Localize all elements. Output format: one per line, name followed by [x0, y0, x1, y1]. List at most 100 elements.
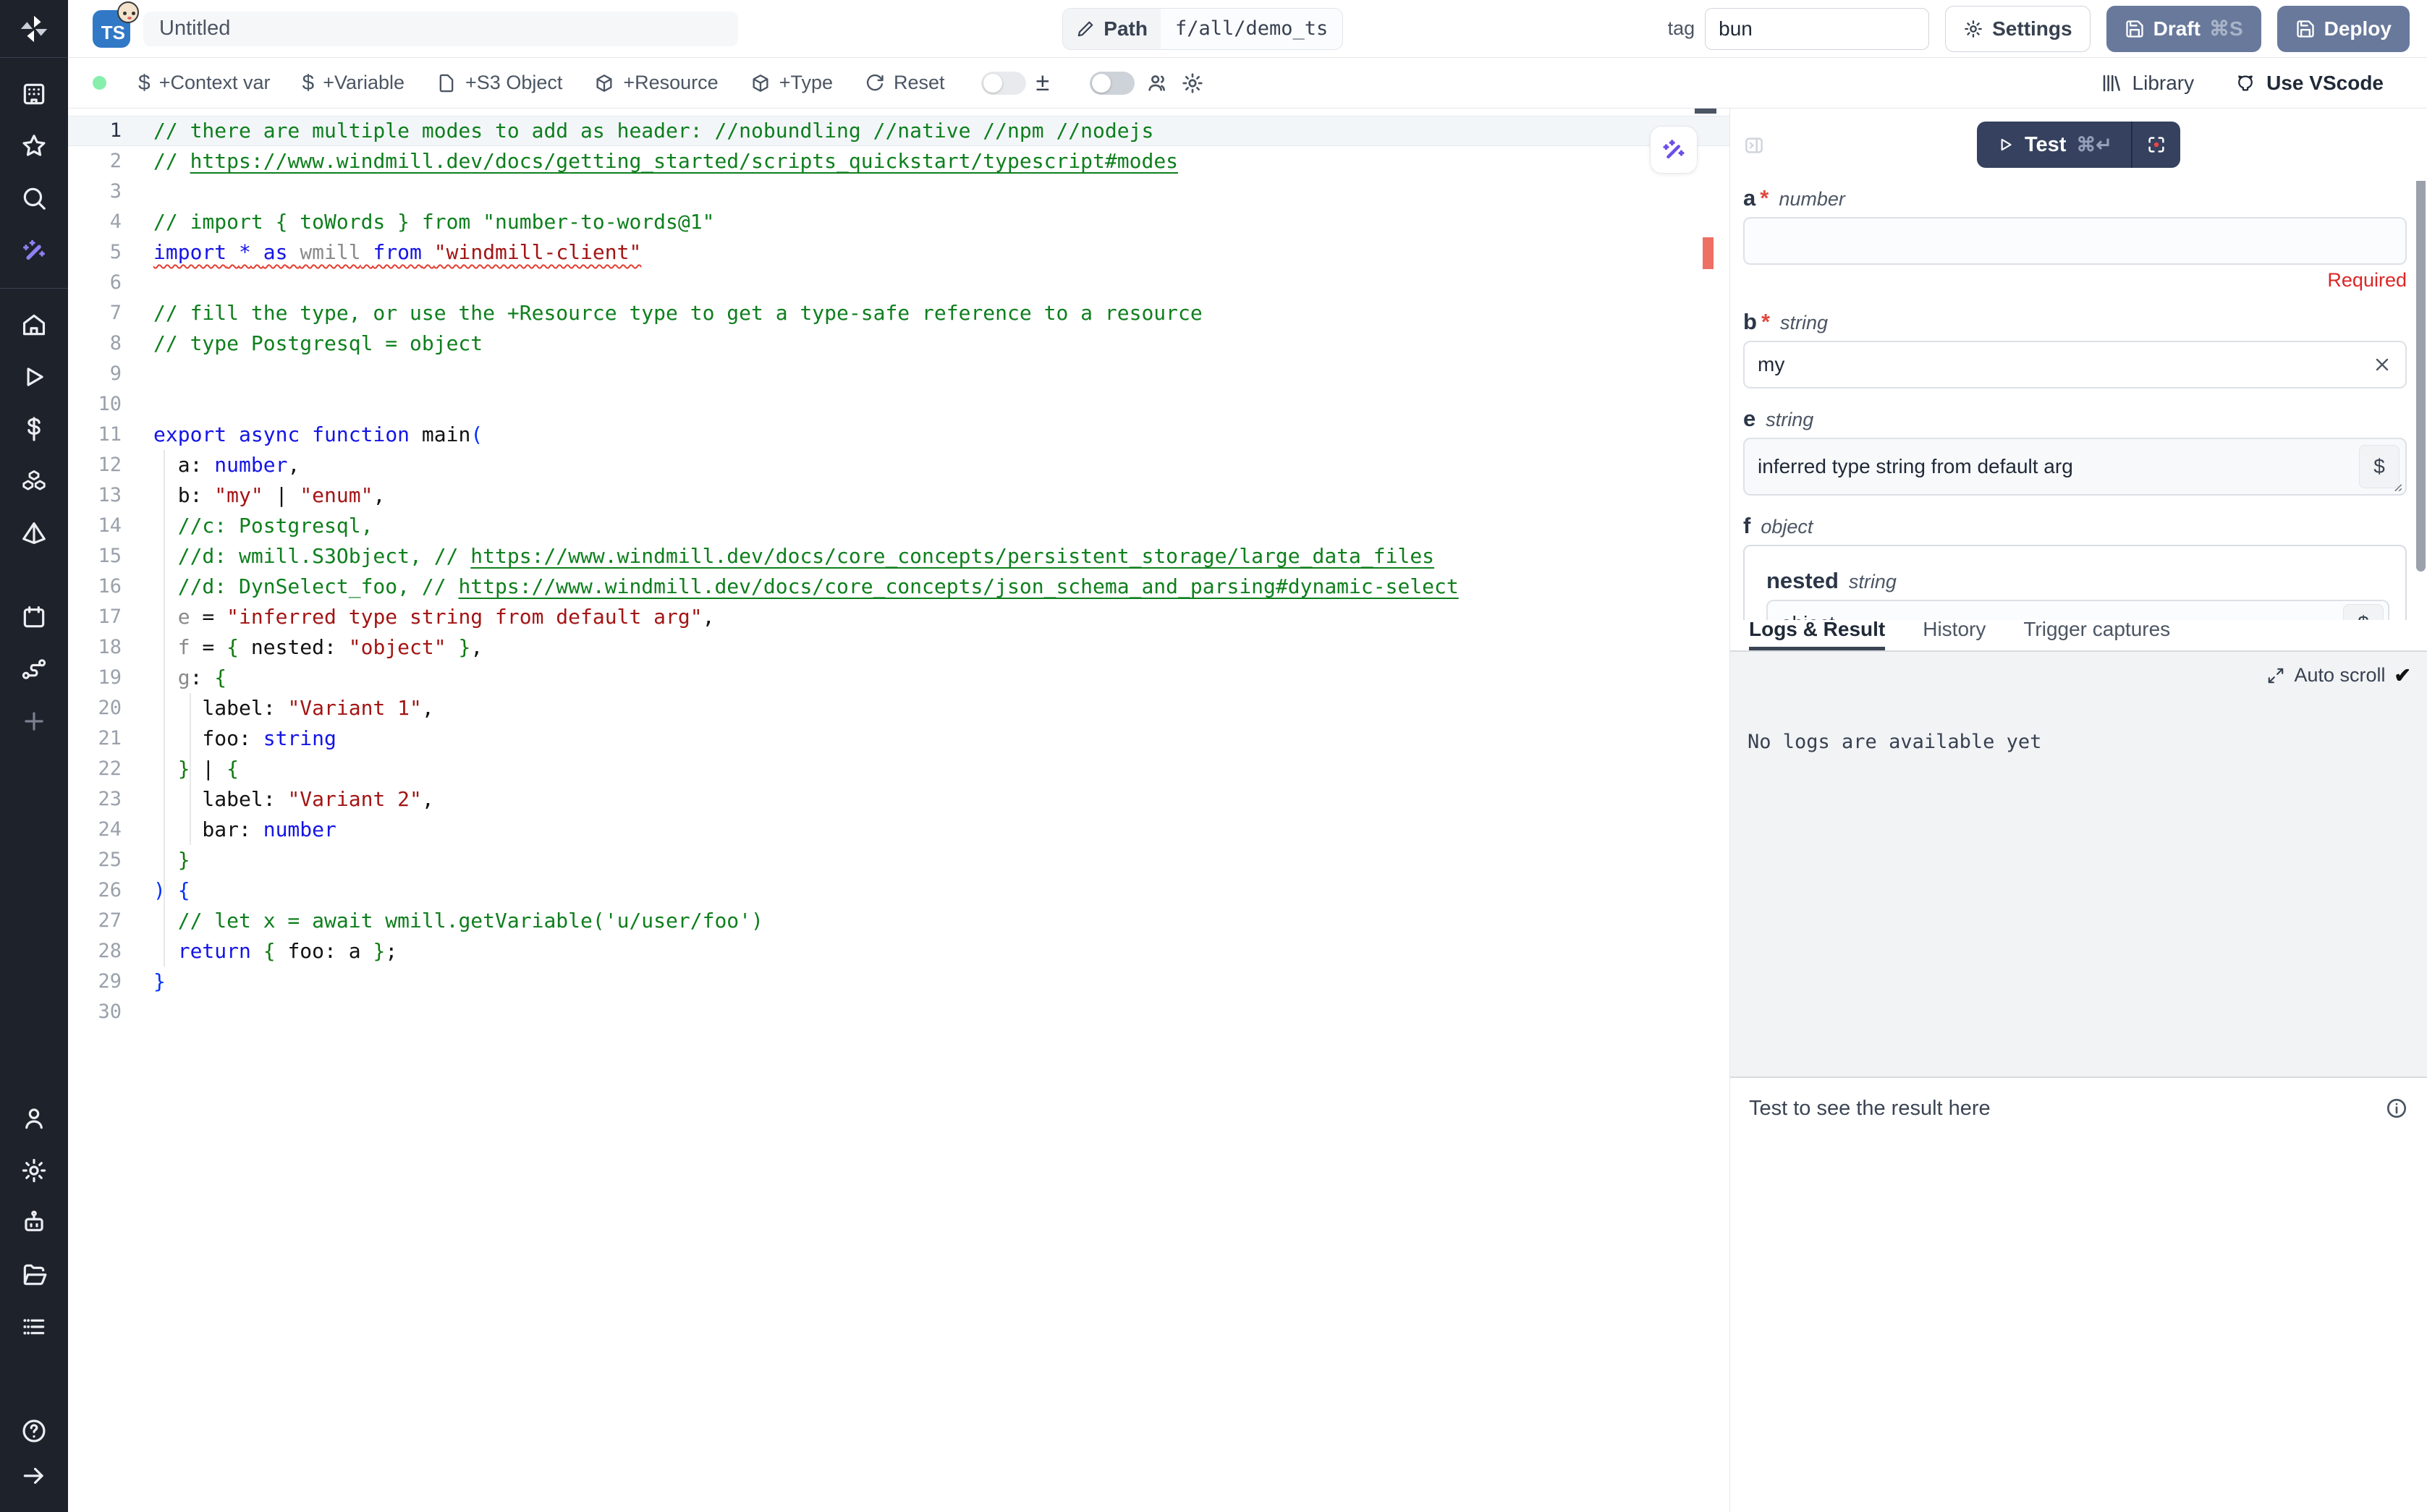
code-line[interactable]: 19 g: {	[68, 663, 1729, 693]
code-line[interactable]: 6	[68, 268, 1729, 298]
code-line[interactable]: 25 }	[68, 845, 1729, 875]
arg-name: a	[1743, 185, 1755, 211]
users-icon	[1146, 72, 1169, 95]
expand-icon[interactable]	[2266, 666, 2285, 685]
code-line[interactable]: 24 bar: number	[68, 815, 1729, 845]
settings-button[interactable]: Settings	[1945, 6, 2090, 52]
plus-icon[interactable]	[18, 705, 50, 737]
editor-settings-gear-icon[interactable]	[1181, 72, 1204, 95]
add-type-button[interactable]: +Type	[750, 72, 833, 94]
autoscroll-label[interactable]: Auto scroll	[2294, 664, 2385, 687]
star-icon[interactable]	[18, 130, 50, 162]
code-line[interactable]: 2// https://www.windmill.dev/docs/gettin…	[68, 146, 1729, 177]
code-line[interactable]: 4// import { toWords } from "number-to-w…	[68, 207, 1729, 237]
code-line[interactable]: 11export async function main(	[68, 420, 1729, 450]
code-line[interactable]: 10	[68, 389, 1729, 420]
code-line[interactable]: 20 label: "Variant 1",	[68, 693, 1729, 723]
play-icon	[1996, 135, 2015, 154]
args-scrollbar[interactable]	[2416, 181, 2426, 572]
diff-toggle[interactable]	[981, 72, 1026, 95]
ai-assistant-button[interactable]	[1650, 126, 1698, 174]
code-line[interactable]: 12 a: number,	[68, 450, 1729, 480]
code-line[interactable]: 27 // let x = await wmill.getVariable('u…	[68, 906, 1729, 936]
boxes-icon[interactable]	[18, 465, 50, 497]
nested-arg-type: string	[1849, 571, 1897, 593]
draft-button[interactable]: Draft ⌘S	[2106, 6, 2261, 52]
code-text	[153, 177, 1729, 207]
tab-logs-result[interactable]: Logs & Result	[1749, 618, 1885, 650]
clear-icon[interactable]	[2372, 354, 2392, 375]
code-line[interactable]: 18 f = { nested: "object" },	[68, 632, 1729, 663]
code-line[interactable]: 30	[68, 997, 1729, 1027]
object-field-box: nested string object $	[1743, 545, 2407, 620]
robot-icon[interactable]	[18, 1207, 50, 1239]
add-s3-object-button[interactable]: +S3 Object	[436, 72, 562, 94]
code-line[interactable]: 15 //d: wmill.S3Object, // https://www.w…	[68, 541, 1729, 572]
code-line[interactable]: 28 return { foo: a };	[68, 936, 1729, 967]
info-icon[interactable]	[2385, 1097, 2408, 1120]
code-line[interactable]: 22 } | {	[68, 754, 1729, 784]
gear-icon[interactable]	[18, 1155, 50, 1186]
test-button[interactable]: Test ⌘↵	[1977, 122, 2131, 168]
route-icon[interactable]	[18, 653, 50, 685]
arg-a-input[interactable]	[1743, 217, 2407, 265]
magic-wand-icon[interactable]	[18, 234, 50, 266]
script-title-input[interactable]	[143, 17, 738, 41]
deploy-button[interactable]: Deploy	[2277, 6, 2410, 52]
play-icon[interactable]	[18, 361, 50, 393]
add-variable-button[interactable]: $ +Variable	[302, 71, 405, 95]
reset-button[interactable]: Reset	[865, 72, 945, 94]
code-line[interactable]: 7// fill the type, or use the +Resource …	[68, 298, 1729, 328]
code-line[interactable]: 13 b: "my" | "enum",	[68, 480, 1729, 511]
add-resource-button[interactable]: +Resource	[594, 72, 718, 94]
script-title-box[interactable]	[143, 12, 738, 46]
code-text: foo: string	[153, 723, 1729, 754]
code-text: } | {	[153, 754, 1729, 784]
code-line[interactable]: 3	[68, 177, 1729, 207]
arg-e-input[interactable]: inferred type string from default arg $	[1743, 438, 2407, 496]
code-line[interactable]: 1// there are multiple modes to add as h…	[68, 116, 1729, 146]
tag-input[interactable]	[1705, 8, 1929, 50]
capture-button[interactable]	[2132, 122, 2180, 168]
help-icon[interactable]	[18, 1415, 50, 1447]
code-line[interactable]: 9	[68, 359, 1729, 389]
code-line[interactable]: 16 //d: DynSelect_foo, // https://www.wi…	[68, 572, 1729, 602]
building-icon[interactable]	[18, 78, 50, 110]
arg-b-input[interactable]: my	[1743, 341, 2407, 388]
code-line[interactable]: 8// type Postgresql = object	[68, 328, 1729, 359]
calendar-icon[interactable]	[18, 601, 50, 633]
reset-icon	[865, 73, 885, 93]
multiplayer-toggle[interactable]	[1090, 72, 1135, 95]
pyramid-icon[interactable]	[18, 517, 50, 549]
code-line[interactable]: 14 //c: Postgresql,	[68, 511, 1729, 541]
code-editor[interactable]: 1// there are multiple modes to add as h…	[68, 109, 1729, 1512]
scrollbar-indicator[interactable]	[1695, 109, 1716, 114]
nested-input[interactable]: object $	[1766, 600, 2389, 620]
use-vscode-button[interactable]: Use VScode	[2235, 72, 2384, 95]
collapse-panel-icon[interactable]	[1743, 135, 1765, 160]
path-pill[interactable]: Path f/all/demo_ts	[1062, 8, 1343, 50]
code-line[interactable]: 29}	[68, 967, 1729, 997]
add-context-var-button[interactable]: $ +Context var	[138, 71, 271, 95]
code-line[interactable]: 26) {	[68, 875, 1729, 906]
code-line[interactable]: 21 foo: string	[68, 723, 1729, 754]
tab-history[interactable]: History	[1923, 618, 1986, 650]
arrow-right-icon[interactable]	[18, 1460, 50, 1492]
code-text: // fill the type, or use the +Resource t…	[153, 298, 1729, 328]
folder-icon[interactable]	[18, 1259, 50, 1291]
search-icon[interactable]	[18, 182, 50, 214]
home-icon[interactable]	[18, 309, 50, 341]
autoscroll-checkbox[interactable]: ✔	[2394, 663, 2411, 687]
dollar-icon[interactable]	[18, 413, 50, 445]
library-button[interactable]: Library	[2101, 72, 2195, 95]
tab-trigger-captures[interactable]: Trigger captures	[2023, 618, 2170, 650]
code-line[interactable]: 23 label: "Variant 2",	[68, 784, 1729, 815]
resize-handle[interactable]	[2390, 480, 2403, 493]
code-line[interactable]: 17 e = "inferred type string from defaul…	[68, 602, 1729, 632]
variable-picker-button[interactable]: $	[2343, 604, 2384, 620]
user-icon[interactable]	[18, 1103, 50, 1134]
windmill-logo[interactable]	[0, 0, 68, 58]
code-line[interactable]: 5import * as wmill from "windmill-client…	[68, 237, 1729, 268]
list-icon[interactable]	[18, 1311, 50, 1343]
sidebar	[0, 0, 68, 1512]
